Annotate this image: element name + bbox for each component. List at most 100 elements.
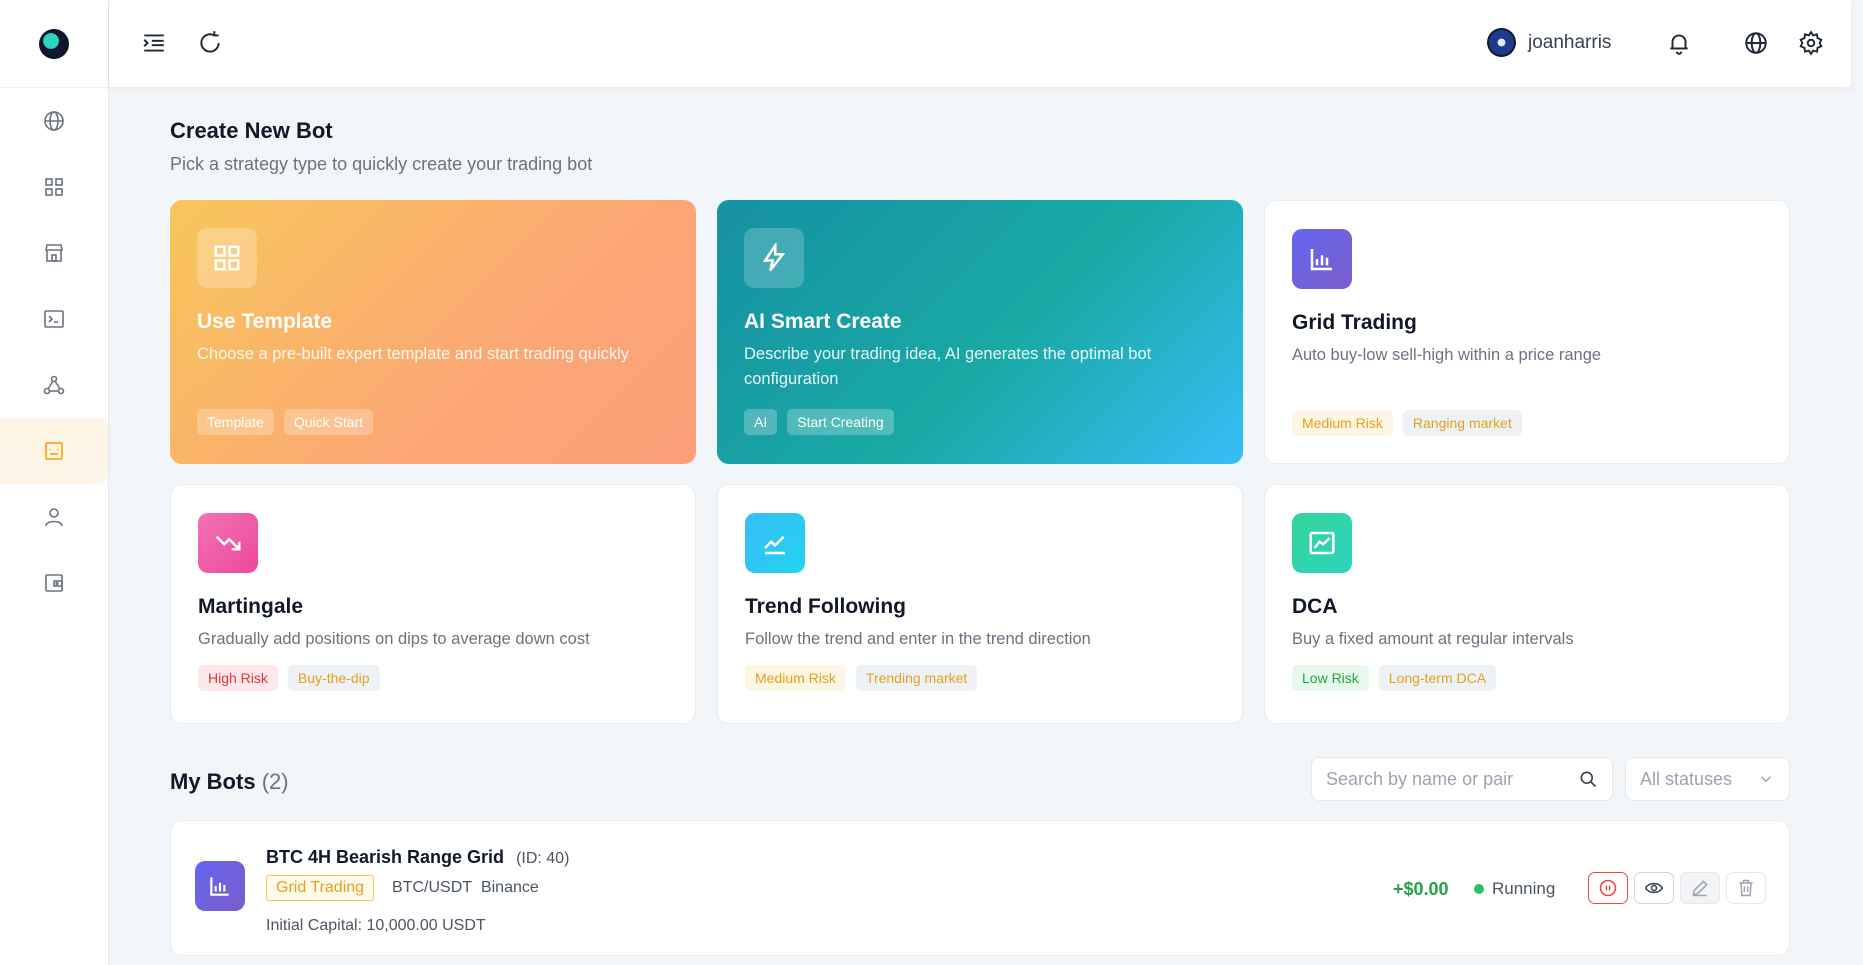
sidebar-item-wallet[interactable]	[0, 550, 108, 616]
language-button[interactable]	[1741, 28, 1771, 58]
refresh-icon	[200, 31, 220, 53]
user-icon	[45, 508, 63, 527]
card-martingale[interactable]: Martingale Gradually add positions on di…	[170, 484, 696, 724]
view-button[interactable]	[1634, 872, 1674, 904]
card-icon-wrap	[197, 228, 257, 288]
bot-name-text: BTC 4H Bearish Range Grid	[266, 847, 505, 867]
refresh-button[interactable]	[195, 28, 225, 58]
card-title: AI Smart Create	[744, 310, 902, 333]
search-input[interactable]	[1326, 768, 1566, 790]
top-header: joanharris	[109, 0, 1851, 87]
sidebar-item-profile[interactable]	[0, 484, 108, 550]
tag: Low Risk	[1292, 665, 1369, 691]
bar-chart-icon	[1310, 249, 1332, 271]
card-desc: Buy a fixed amount at regular intervals	[1292, 630, 1574, 648]
tag: AI	[744, 409, 778, 435]
trend-up-icon	[764, 535, 785, 555]
bot-meta: Grid Trading BTC/USDT Binance	[266, 875, 539, 901]
lightning-icon	[762, 243, 786, 272]
bot-pair: BTC/USDT Binance	[392, 879, 539, 897]
card-icon-wrap	[1292, 513, 1352, 573]
card-desc: Choose a pre-built expert template and s…	[197, 345, 629, 363]
card-icon-wrap	[745, 513, 805, 573]
sidebar-item-bots[interactable]	[0, 418, 108, 484]
bot-pnl: +$0.00	[1393, 879, 1449, 899]
card-use-template[interactable]: Use Template Choose a pre-built expert t…	[170, 200, 696, 464]
card-desc: Describe your trading idea, AI generates…	[744, 345, 1152, 388]
tag: Quick Start	[283, 409, 374, 435]
bot-type-badge: Grid Trading	[266, 875, 375, 901]
delete-button[interactable]	[1726, 872, 1766, 904]
card-desc: Follow the trend and enter in the trend …	[745, 630, 1091, 648]
sidebar-item-market[interactable]	[0, 88, 108, 154]
bot-status: Running	[1474, 879, 1555, 899]
my-bots-title: My Bots (2)	[170, 769, 289, 795]
trend-down-icon	[215, 535, 241, 551]
tag: Buy-the-dip	[287, 665, 380, 691]
chevron-down-icon	[1760, 776, 1772, 783]
logo-area[interactable]	[0, 0, 108, 88]
status-dot	[1474, 884, 1484, 894]
settings-button[interactable]	[1796, 28, 1826, 58]
bot-status-text: Running	[1492, 879, 1556, 898]
tag: Trending market	[855, 665, 978, 691]
card-desc: Auto buy-low sell-high within a price ra…	[1292, 346, 1602, 364]
eye-icon	[1644, 882, 1664, 894]
pause-icon	[1599, 879, 1617, 897]
bot-pair-text: BTC/USDT	[392, 879, 473, 896]
avatar	[1487, 28, 1516, 57]
card-tags: AI Start Creating	[744, 409, 894, 435]
notifications-button[interactable]	[1664, 28, 1694, 58]
card-tags: Template Quick Start	[197, 409, 374, 435]
robot-icon	[45, 442, 63, 460]
bar-chart-icon	[210, 877, 229, 896]
tag: High Risk	[198, 665, 278, 691]
my-bots-label: My Bots	[170, 769, 256, 794]
card-tags: Medium Risk Ranging market	[1292, 410, 1522, 436]
wallet-icon	[45, 574, 63, 592]
create-bot-subtitle: Pick a strategy type to quickly create y…	[170, 154, 593, 174]
card-title: Martingale	[198, 595, 304, 618]
card-ai-smart-create[interactable]: AI Smart Create Describe your trading id…	[717, 200, 1243, 464]
card-tags: Low Risk Long-term DCA	[1292, 665, 1497, 691]
sidebar	[0, 0, 109, 965]
status-filter-select[interactable]: All statuses	[1625, 757, 1790, 801]
card-trend-following[interactable]: Trend Following Follow the trend and ent…	[717, 484, 1243, 724]
sidebar-item-terminal[interactable]	[0, 286, 108, 352]
globe-icon	[1745, 32, 1767, 54]
bot-type-icon-wrap	[195, 861, 245, 911]
status-filter-value: All statuses	[1640, 768, 1733, 789]
search-icon[interactable]	[1578, 769, 1598, 789]
tag: Ranging market	[1402, 410, 1522, 436]
tag: Long-term DCA	[1378, 665, 1497, 691]
network-icon	[43, 375, 65, 395]
globe-icon	[44, 111, 64, 131]
dashboard-grid-icon	[45, 178, 63, 196]
trash-icon	[1739, 879, 1753, 897]
bot-row[interactable]: BTC 4H Bearish Range Grid (ID: 40) Grid T…	[170, 820, 1790, 956]
card-dca[interactable]: DCA Buy a fixed amount at regular interv…	[1264, 484, 1790, 724]
bot-name: BTC 4H Bearish Range Grid (ID: 40)	[266, 847, 569, 868]
card-tags: High Risk Buy-the-dip	[198, 665, 380, 691]
sidebar-item-network[interactable]	[0, 352, 108, 418]
sidebar-item-dashboard[interactable]	[0, 154, 108, 220]
pencil-icon	[1692, 880, 1708, 897]
sidebar-item-store[interactable]	[0, 220, 108, 286]
bell-icon	[1670, 34, 1688, 55]
edit-button[interactable]	[1680, 872, 1720, 904]
menu-toggle-button[interactable]	[139, 28, 169, 58]
bot-exchange: Binance	[480, 879, 539, 896]
line-chart-icon	[1309, 531, 1335, 555]
card-icon-wrap	[1292, 229, 1352, 289]
grid-icon	[214, 245, 240, 271]
tag: Start Creating	[787, 409, 894, 435]
card-tags: Medium Risk Trending market	[745, 665, 978, 691]
sidebar-nav	[0, 88, 108, 616]
card-grid-trading[interactable]: Grid Trading Auto buy-low sell-high with…	[1264, 200, 1790, 464]
username: joanharris	[1528, 31, 1612, 53]
bot-search	[1311, 757, 1613, 801]
pause-button[interactable]	[1588, 872, 1628, 904]
user-menu[interactable]: joanharris	[1487, 28, 1611, 57]
card-title: Grid Trading	[1292, 311, 1417, 334]
app-logo[interactable]	[39, 28, 69, 59]
